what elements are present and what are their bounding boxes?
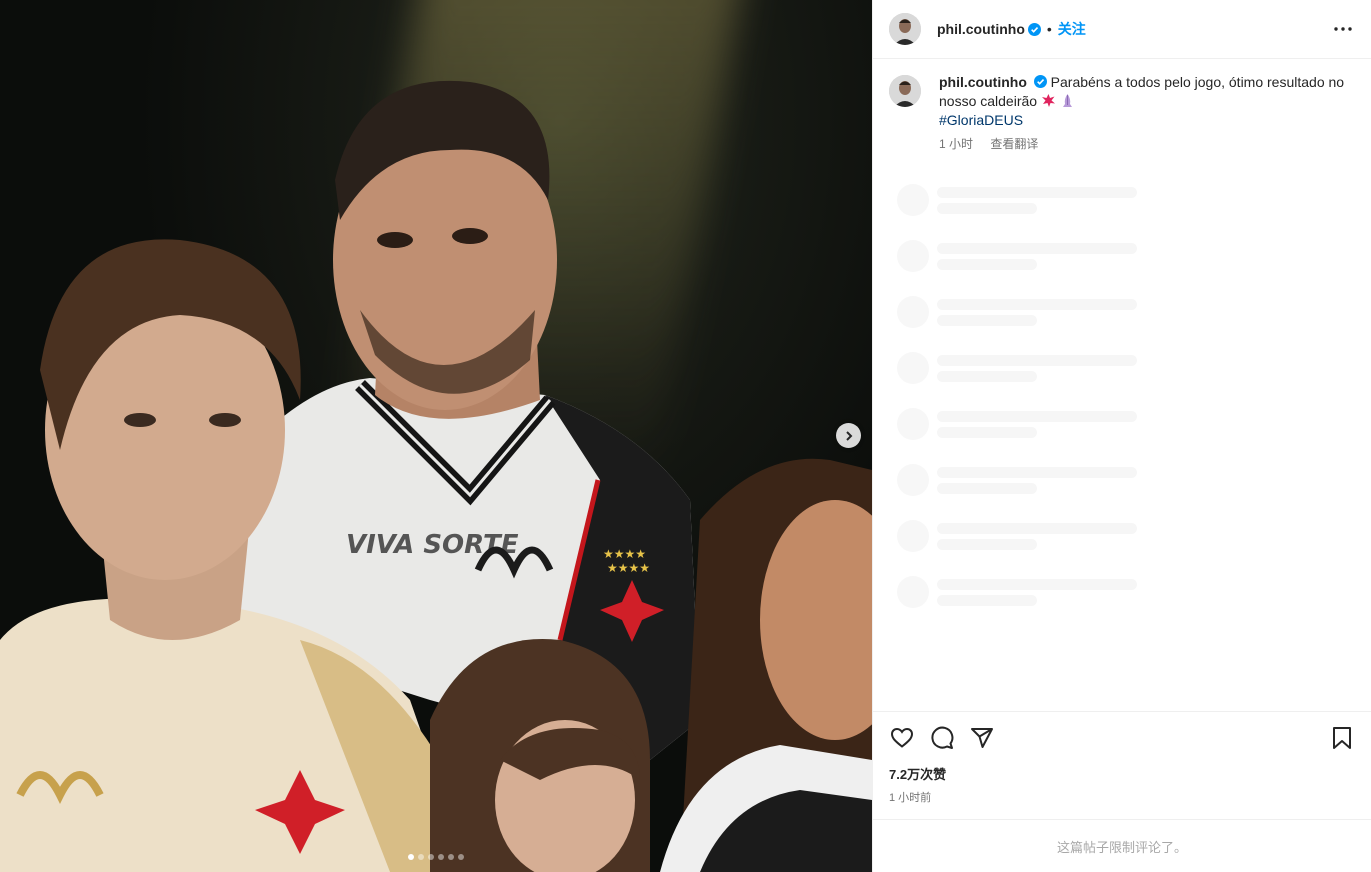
comments-limited-notice: 这篇帖子限制评论了。	[873, 819, 1371, 872]
caption-body: phil.coutinho Parabéns a todos pelo jogo…	[939, 73, 1349, 154]
post-username[interactable]: phil.coutinho	[937, 21, 1025, 37]
slide-indicator	[0, 854, 872, 860]
slide-dot	[438, 854, 444, 860]
post-photo: ★★★★ ★★★★ VIVA SORTE	[0, 80, 872, 872]
comment-icon	[931, 726, 954, 749]
like-button[interactable]	[889, 725, 915, 751]
comment-button[interactable]	[929, 725, 955, 751]
avatar[interactable]	[889, 75, 921, 107]
comment-skeleton	[897, 240, 1355, 296]
praying-hands-emoji-icon	[1062, 94, 1072, 107]
verified-badge-icon	[1027, 22, 1041, 36]
svg-text:★★★★: ★★★★	[603, 547, 646, 561]
next-slide-button[interactable]	[836, 423, 861, 448]
post-caption: phil.coutinho Parabéns a todos pelo jogo…	[889, 73, 1355, 154]
hashtag-link[interactable]: #GloriaDEUS	[939, 111, 1349, 130]
comment-skeleton	[897, 352, 1355, 408]
caption-time: 1 小时	[939, 137, 974, 151]
anger-emoji-icon	[1041, 94, 1055, 107]
action-icons	[889, 724, 1355, 752]
slide-dot	[448, 854, 454, 860]
caption-username[interactable]: phil.coutinho	[939, 74, 1027, 90]
more-options-button[interactable]	[1331, 17, 1355, 41]
post-dialog: ★★★★ ★★★★ VIVA SORTE phil.coutinho • 关注 …	[0, 0, 1371, 872]
svg-text:★★★★: ★★★★	[607, 561, 650, 575]
comment-skeleton	[897, 520, 1355, 576]
jersey-sponsor: VIVA SORTE	[346, 530, 519, 560]
comment-skeleton	[897, 408, 1355, 464]
bookmark-icon	[1333, 727, 1351, 749]
follow-button[interactable]: 关注	[1058, 19, 1086, 39]
post-timestamp[interactable]: 1 小时前	[889, 789, 1355, 805]
verified-badge-icon	[1033, 75, 1047, 88]
comment-skeleton	[897, 184, 1355, 240]
post-actions: 7.2万次赞 1 小时前	[873, 711, 1371, 819]
slide-dot	[418, 854, 424, 860]
separator: •	[1046, 21, 1052, 37]
comments-loading-placeholder	[889, 184, 1355, 632]
chevron-right-icon	[845, 430, 852, 441]
caption-meta: 1 小时 查看翻译	[939, 135, 1349, 154]
see-translation-button[interactable]: 查看翻译	[990, 137, 1038, 151]
share-button[interactable]	[969, 725, 995, 751]
post-media[interactable]: ★★★★ ★★★★ VIVA SORTE	[0, 0, 872, 872]
slide-dot	[458, 854, 464, 860]
heart-icon	[890, 727, 914, 748]
avatar[interactable]	[889, 13, 921, 45]
post-header: phil.coutinho • 关注	[873, 0, 1371, 59]
slide-dot	[408, 854, 414, 860]
send-icon	[971, 728, 993, 748]
post-side-panel: phil.coutinho • 关注 phil.coutinho Parabén…	[872, 0, 1371, 872]
save-button[interactable]	[1329, 725, 1355, 751]
comment-skeleton	[897, 464, 1355, 520]
comment-skeleton	[897, 576, 1355, 632]
comment-skeleton	[897, 296, 1355, 352]
slide-dot	[428, 854, 434, 860]
more-options-icon	[1334, 27, 1352, 31]
likes-count[interactable]: 7.2万次赞	[889, 764, 1355, 783]
comments-section: phil.coutinho Parabéns a todos pelo jogo…	[873, 59, 1371, 711]
